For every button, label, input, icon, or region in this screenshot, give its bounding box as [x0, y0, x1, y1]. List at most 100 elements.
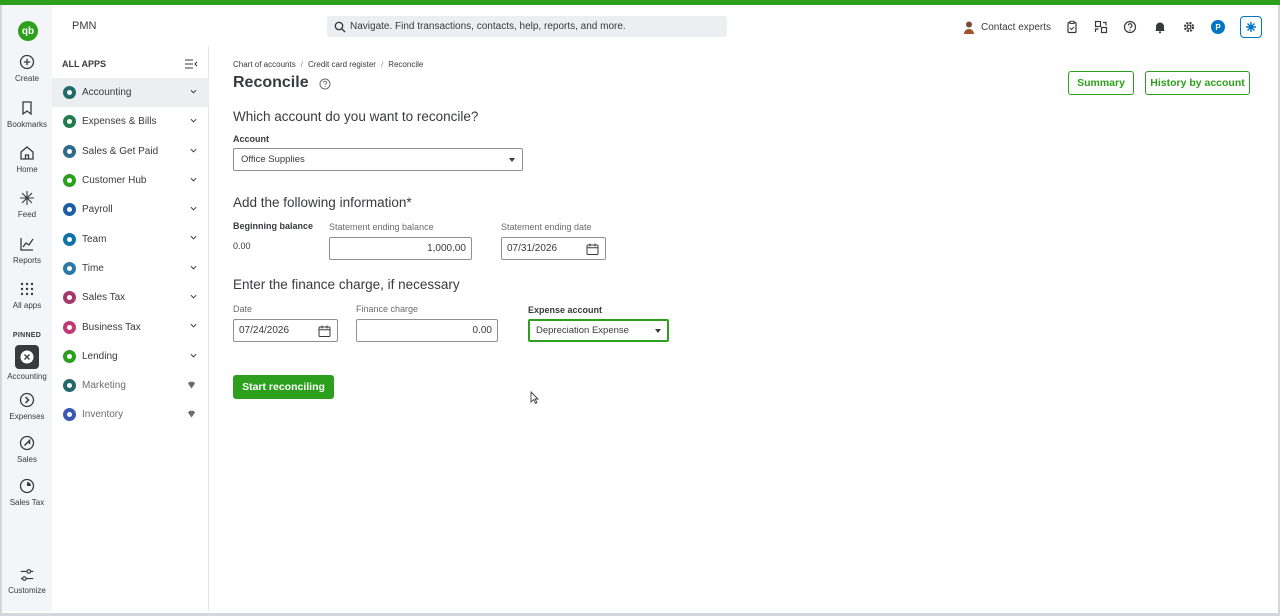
- account-select[interactable]: Office Supplies: [233, 148, 523, 171]
- chevron-down-icon: [190, 89, 197, 94]
- dropdown-caret-icon: [509, 158, 515, 162]
- calendar-icon[interactable]: [586, 243, 599, 255]
- expert-avatar-icon: [964, 21, 974, 34]
- assistant-button[interactable]: [1240, 16, 1262, 38]
- statement-date-label: Statement ending date: [501, 222, 592, 232]
- finance-date-input[interactable]: 07/24/2026: [233, 319, 338, 342]
- sidebar-item-lending[interactable]: Lending: [52, 342, 209, 371]
- sidebar-item-expenses-bills[interactable]: Expenses & Bills: [52, 107, 209, 136]
- sidebar-item-business-tax[interactable]: Business Tax: [52, 312, 209, 341]
- contact-experts-button[interactable]: Contact experts: [963, 17, 1051, 37]
- quickbooks-logo[interactable]: qb: [18, 21, 38, 41]
- bookmark-icon: [22, 101, 32, 116]
- sidebar-item-accounting[interactable]: Accounting: [52, 78, 209, 108]
- sidebar-item-label: Accounting: [82, 87, 132, 99]
- beginning-balance-label: Beginning balance: [233, 221, 314, 231]
- rail-feed[interactable]: Feed: [2, 189, 52, 219]
- finance-charge-heading: Enter the finance charge, if necessary: [233, 277, 460, 292]
- bell-icon[interactable]: [1153, 20, 1167, 34]
- rail-label: Home: [16, 165, 38, 174]
- marketing-app-icon: [63, 379, 76, 393]
- rail-label: All apps: [12, 301, 42, 310]
- sidebar-item-marketing[interactable]: Marketing: [52, 371, 209, 400]
- sidebar-item-label: Time: [82, 262, 104, 274]
- rail-bookmarks[interactable]: Bookmarks: [2, 99, 52, 129]
- breadcrumb-chart-of-accounts[interactable]: Chart of accounts: [233, 60, 296, 69]
- expense-account-select[interactable]: Depreciation Expense: [528, 319, 669, 342]
- breadcrumb-separator: /: [380, 60, 384, 69]
- rail-label: Sales: [16, 455, 37, 464]
- calendar-icon[interactable]: [318, 325, 331, 337]
- sidebar-item-sales-get-paid[interactable]: Sales & Get Paid: [52, 137, 209, 166]
- payroll-app-icon: [63, 203, 76, 217]
- pinned-heading: PINNED: [12, 332, 42, 339]
- summary-button[interactable]: Summary: [1068, 71, 1134, 95]
- reconcile-page: Chart of accounts / Credit card register…: [210, 46, 1278, 611]
- rail-create[interactable]: Create: [2, 53, 52, 83]
- rail-all-apps[interactable]: All apps: [2, 280, 52, 310]
- statement-date-input[interactable]: 07/31/2026: [501, 237, 606, 260]
- rail-customize[interactable]: Customize: [2, 567, 52, 595]
- plus-circle-icon: [19, 54, 35, 70]
- sidebar-item-sales-tax[interactable]: Sales Tax: [52, 283, 209, 312]
- sidebar-heading: ALL APPS: [62, 59, 107, 69]
- rail-reports[interactable]: Reports: [2, 235, 52, 265]
- finance-date-value: 07/24/2026: [239, 325, 290, 336]
- premium-diamond-icon: [188, 381, 195, 389]
- user-avatar[interactable]: P: [1211, 20, 1225, 34]
- chevron-down-icon: [190, 236, 197, 241]
- start-reconciling-button[interactable]: Start reconciling: [233, 375, 334, 399]
- rail-pinned-sales-tax[interactable]: Sales Tax: [2, 477, 52, 507]
- sidebar-item-label: Business Tax: [82, 321, 141, 333]
- gear-icon[interactable]: [1182, 20, 1196, 34]
- sales-tax-app-icon: [63, 291, 76, 305]
- info-heading: Add the following information*: [233, 195, 412, 210]
- expense-account-value: Depreciation Expense: [536, 325, 629, 336]
- rail-label: Reports: [12, 256, 41, 265]
- statement-balance-input[interactable]: 1,000.00: [329, 237, 472, 260]
- global-search[interactable]: [327, 16, 727, 37]
- history-by-account-button[interactable]: History by account: [1145, 71, 1250, 95]
- rail-pinned-expenses[interactable]: Expenses: [2, 391, 52, 421]
- sidebar-item-label: Customer Hub: [82, 175, 147, 187]
- chevron-down-icon: [190, 177, 197, 182]
- finance-charge-input[interactable]: 0.00: [356, 319, 498, 342]
- rail-pinned-accounting[interactable]: Accounting: [2, 345, 52, 381]
- rail-label: Accounting: [7, 372, 47, 381]
- help-circle-icon[interactable]: [1123, 20, 1137, 34]
- collapse-menu-icon[interactable]: [184, 59, 198, 69]
- business-tax-app-icon: [63, 320, 76, 334]
- sidebar-item-label: Inventory: [82, 409, 124, 421]
- team-app-icon: [63, 232, 76, 246]
- rail-label: Bookmarks: [6, 120, 47, 129]
- sidebar-item-inventory[interactable]: Inventory: [52, 400, 209, 429]
- lending-app-icon: [63, 349, 76, 363]
- account-question: Which account do you want to reconcile?: [233, 109, 479, 124]
- sidebar-item-label: Lending: [82, 350, 118, 362]
- sidebar-item-label: Payroll: [82, 204, 113, 216]
- sidebar-item-customer-hub[interactable]: Customer Hub: [52, 166, 209, 195]
- left-rail: qb Create Bookmarks Home Feed Reports Al…: [2, 5, 52, 611]
- rail-pinned-sales[interactable]: Sales: [2, 434, 52, 464]
- chevron-down-icon: [190, 148, 197, 153]
- customer-hub-app-icon: [63, 174, 76, 188]
- sales-icon: [19, 435, 35, 451]
- chevron-down-icon: [190, 294, 197, 299]
- clipboard-icon[interactable]: [1065, 20, 1079, 34]
- statement-balance-label: Statement ending balance: [329, 222, 434, 232]
- time-app-icon: [63, 261, 76, 275]
- rail-home[interactable]: Home: [2, 144, 52, 174]
- sidebar-item-payroll[interactable]: Payroll: [52, 195, 209, 224]
- breadcrumb-credit-card-register[interactable]: Credit card register: [308, 60, 376, 69]
- sidebar-item-time[interactable]: Time: [52, 254, 209, 283]
- sidebar-item-team[interactable]: Team: [52, 224, 209, 253]
- apps-switch-icon[interactable]: [1094, 20, 1108, 34]
- company-name[interactable]: PMN: [72, 20, 96, 32]
- premium-diamond-icon: [188, 411, 195, 418]
- sidebar-item-label: Sales Tax: [82, 292, 126, 304]
- accounting-icon: [15, 345, 39, 369]
- search-input[interactable]: [350, 21, 710, 32]
- account-label: Account: [233, 134, 269, 144]
- rail-label: Feed: [17, 210, 37, 219]
- help-icon[interactable]: [319, 78, 331, 90]
